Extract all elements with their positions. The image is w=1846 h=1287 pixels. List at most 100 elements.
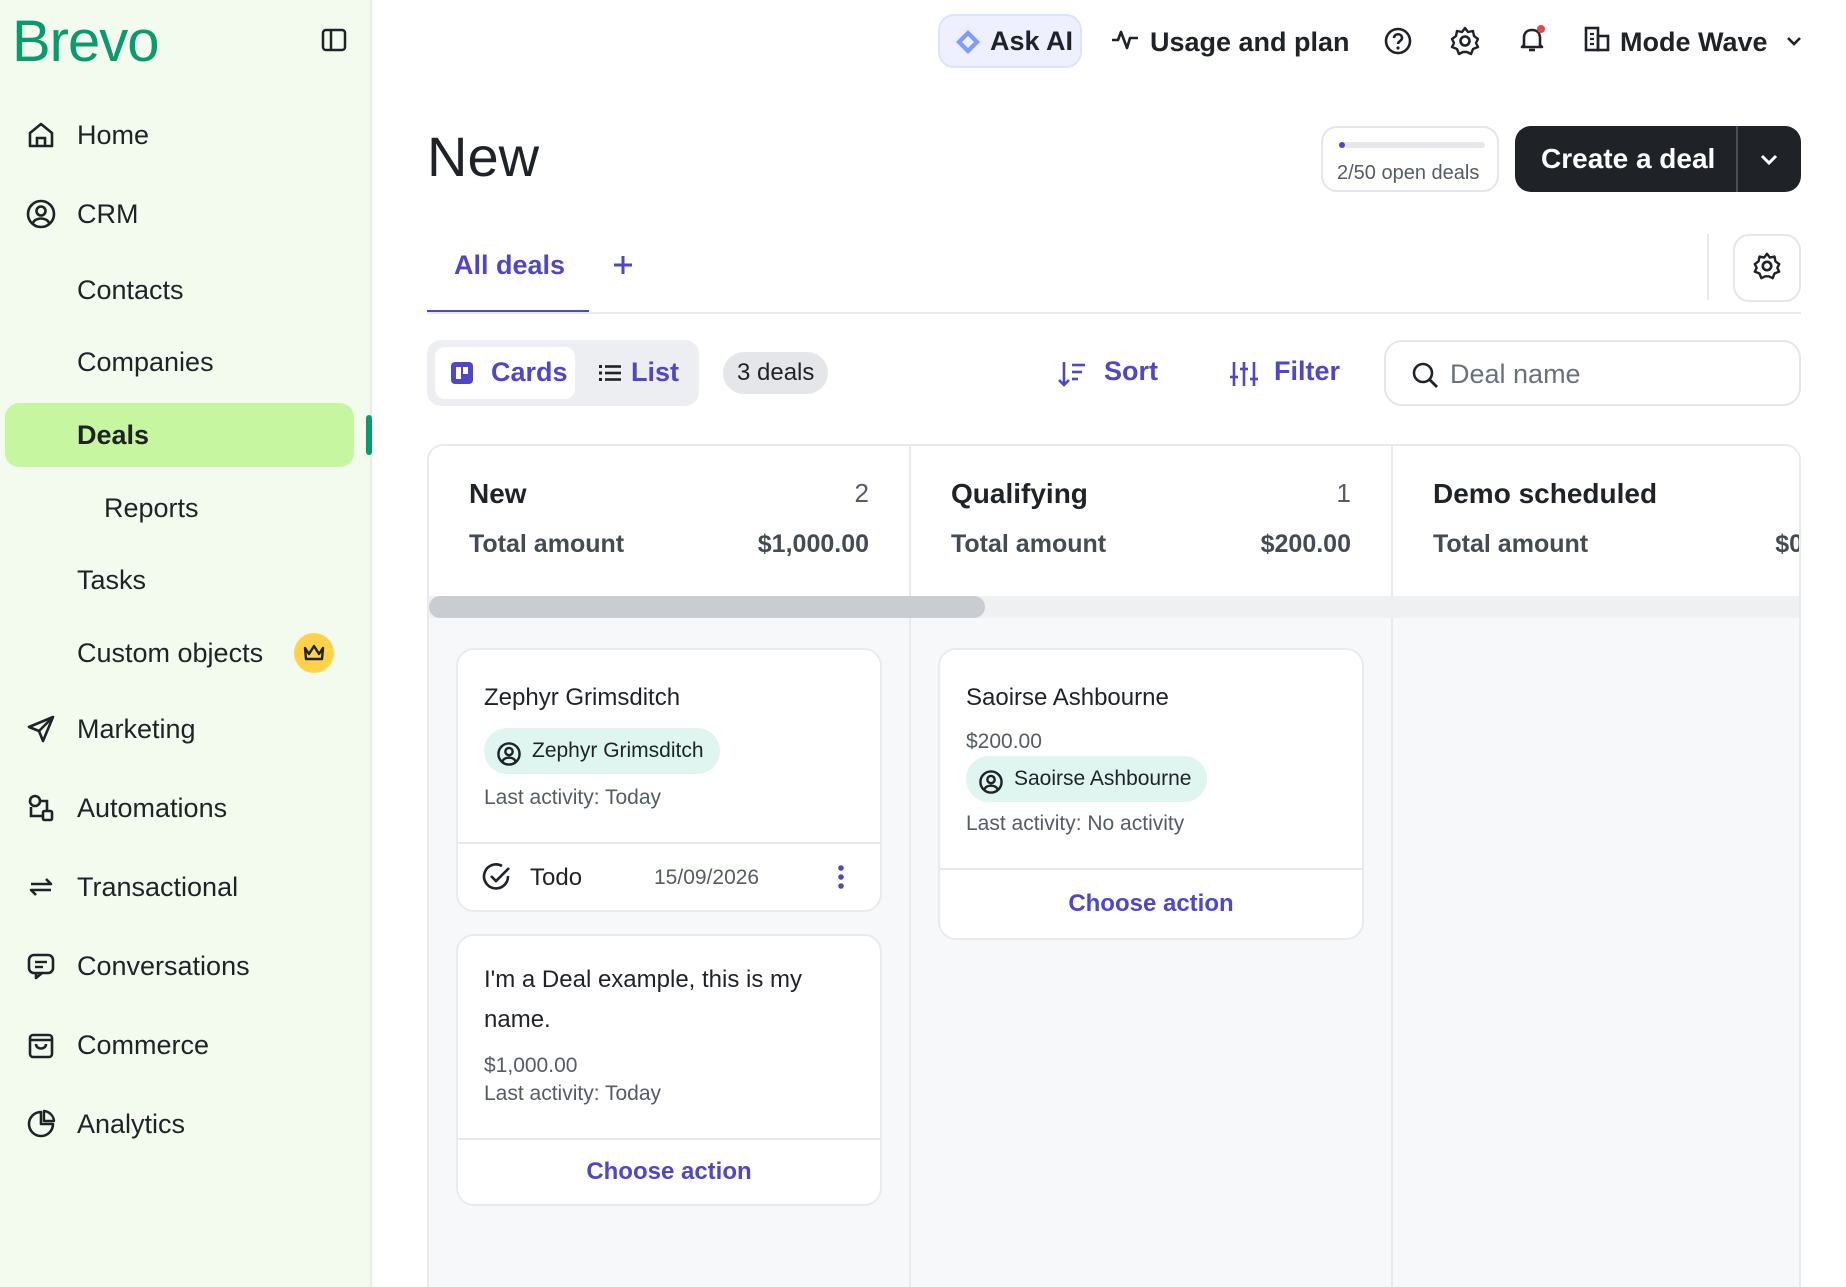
- column-header-new: New 2 Total amount $1,000.00: [429, 446, 911, 596]
- brevo-logo[interactable]: Brevo: [12, 8, 160, 75]
- filter-sliders-icon: [1228, 358, 1260, 395]
- chevron-down-icon: [1784, 27, 1804, 58]
- more-options-icon[interactable]: [836, 862, 846, 897]
- sidebar-item-label: CRM: [77, 198, 139, 229]
- crown-icon: [294, 633, 334, 673]
- list-view-button[interactable]: List: [587, 347, 691, 399]
- sidebar-item-tasks[interactable]: Tasks: [0, 548, 372, 612]
- create-deal-button[interactable]: Create a deal: [1515, 126, 1801, 192]
- sort-icon: [1056, 358, 1088, 395]
- column-count: 1: [1336, 478, 1351, 508]
- sidebar-item-custom-objects[interactable]: Custom objects: [0, 621, 372, 685]
- sidebar-item-reports[interactable]: Reports: [0, 476, 372, 540]
- settings-gear-icon[interactable]: [1448, 24, 1482, 58]
- sidebar-item-label: Transactional: [77, 871, 239, 902]
- pipeline-settings-button[interactable]: [1733, 234, 1801, 302]
- sidebar-item-label: Automations: [77, 792, 228, 823]
- open-deals-progress-bar: [1339, 142, 1485, 148]
- sidebar-item-crm[interactable]: CRM: [0, 182, 372, 246]
- last-activity: Last activity: Today: [484, 786, 662, 809]
- column-count: 2: [854, 478, 869, 508]
- column-body-demo-scheduled: [1393, 618, 1799, 1287]
- usage-and-plan-link[interactable]: Usage and plan: [1110, 22, 1350, 62]
- filter-button[interactable]: Filter: [1226, 352, 1358, 394]
- ask-ai-button[interactable]: Ask AI: [938, 14, 1082, 68]
- pie-chart-icon: [24, 1107, 58, 1141]
- vertical-divider: [1707, 234, 1709, 300]
- last-activity: Last activity: Today: [484, 1082, 662, 1105]
- column-name: Demo scheduled: [1433, 478, 1658, 509]
- open-deals-progress-fill: [1339, 142, 1345, 148]
- deal-card[interactable]: I'm a Deal example, this is my name. $1,…: [456, 934, 882, 1206]
- task-row[interactable]: Todo 15/09/2026: [458, 844, 880, 912]
- card-divider: [940, 868, 1362, 870]
- contact-chip[interactable]: Saoirse Ashbourne: [966, 756, 1208, 802]
- contact-name: Saoirse Ashbourne: [1014, 767, 1192, 790]
- deal-search-input[interactable]: [1450, 354, 1780, 394]
- tab-all-deals[interactable]: All deals: [427, 244, 589, 314]
- sidebar-item-home[interactable]: Home: [0, 103, 372, 167]
- add-tab-plus-icon[interactable]: [606, 248, 640, 282]
- sidebar-item-companies[interactable]: Companies: [0, 330, 372, 394]
- sidebar-item-analytics[interactable]: Analytics: [0, 1092, 372, 1156]
- cards-view-button[interactable]: Cards: [435, 347, 575, 399]
- sidebar-item-commerce[interactable]: Commerce: [0, 1013, 372, 1077]
- sidebar-item-conversations[interactable]: Conversations: [0, 934, 372, 998]
- sidebar-item-contacts[interactable]: Contacts: [0, 258, 372, 322]
- column-amount: $1,000.00: [757, 530, 869, 558]
- check-circle-icon: [482, 862, 512, 897]
- sidebar-item-automations[interactable]: Automations: [0, 776, 372, 840]
- deal-card[interactable]: Zephyr Grimsditch Zephyr Grimsditch Last…: [456, 648, 882, 912]
- building-icon: [1582, 24, 1612, 61]
- card-divider: [458, 1138, 880, 1140]
- usage-label: Usage and plan: [1150, 26, 1350, 57]
- account-switcher[interactable]: Mode Wave: [1582, 22, 1804, 62]
- user-circle-icon: [978, 766, 1004, 794]
- view-toggle: Cards List: [427, 340, 699, 406]
- deals-count-badge: 3 deals: [723, 352, 829, 394]
- account-name: Mode Wave: [1620, 26, 1768, 57]
- sidebar-item-label: Commerce: [77, 1029, 210, 1060]
- sidebar-item-label: Companies: [77, 346, 214, 377]
- sidebar-item-label: Reports: [104, 492, 199, 523]
- choose-action-button[interactable]: Choose action: [940, 890, 1362, 918]
- list-label: List: [631, 357, 680, 387]
- horizontal-scrollbar[interactable]: [429, 596, 985, 618]
- task-due-date: 15/09/2026: [654, 866, 760, 889]
- sort-label: Sort: [1104, 356, 1158, 386]
- column-name: New: [469, 478, 527, 509]
- column-header-qualifying: Qualifying 1 Total amount $200.00: [911, 446, 1393, 596]
- column-amount: $0: [1775, 530, 1801, 558]
- deal-amount: $1,000.00: [484, 1054, 578, 1077]
- send-icon: [24, 712, 58, 746]
- button-divider: [1736, 126, 1738, 192]
- ai-diamond-icon: [954, 28, 982, 61]
- sidebar-item-label: Analytics: [77, 1108, 186, 1139]
- contact-chip[interactable]: Zephyr Grimsditch: [484, 728, 720, 774]
- task-type: Todo: [530, 864, 583, 891]
- tabs-divider: [427, 312, 1801, 314]
- sidebar-item-marketing[interactable]: Marketing: [0, 697, 372, 761]
- chevron-down-icon[interactable]: [1752, 142, 1786, 176]
- sidebar-item-deals[interactable]: Deals: [5, 403, 354, 467]
- user-circle-icon: [24, 197, 58, 231]
- sidebar-item-transactional[interactable]: Transactional: [0, 855, 372, 919]
- open-deals-usage: 2/50 open deals: [1321, 126, 1499, 192]
- activity-icon: [1110, 24, 1140, 61]
- contact-name: Zephyr Grimsditch: [532, 739, 704, 762]
- sidebar-collapse-icon[interactable]: [320, 26, 348, 54]
- sidebar-item-label: Conversations: [77, 950, 250, 981]
- column-body-new: Zephyr Grimsditch Zephyr Grimsditch Last…: [429, 618, 911, 1287]
- sidebar-item-label: Contacts: [77, 274, 184, 305]
- deal-card[interactable]: Saoirse Ashbourne $200.00 Saoirse Ashbou…: [938, 648, 1364, 940]
- deal-title: I'm a Deal example, this is my name.: [484, 966, 803, 1033]
- chat-icon: [24, 949, 58, 983]
- column-amount-label: Total amount: [469, 530, 625, 558]
- notifications-bell-icon[interactable]: [1515, 22, 1549, 56]
- sidebar-item-label: Home: [77, 119, 150, 150]
- user-circle-icon: [496, 738, 522, 766]
- column-header-demo-scheduled: Demo scheduled Total amount $0: [1393, 446, 1801, 596]
- help-icon[interactable]: [1381, 24, 1415, 58]
- sort-button[interactable]: Sort: [1054, 352, 1174, 394]
- choose-action-button[interactable]: Choose action: [458, 1158, 880, 1186]
